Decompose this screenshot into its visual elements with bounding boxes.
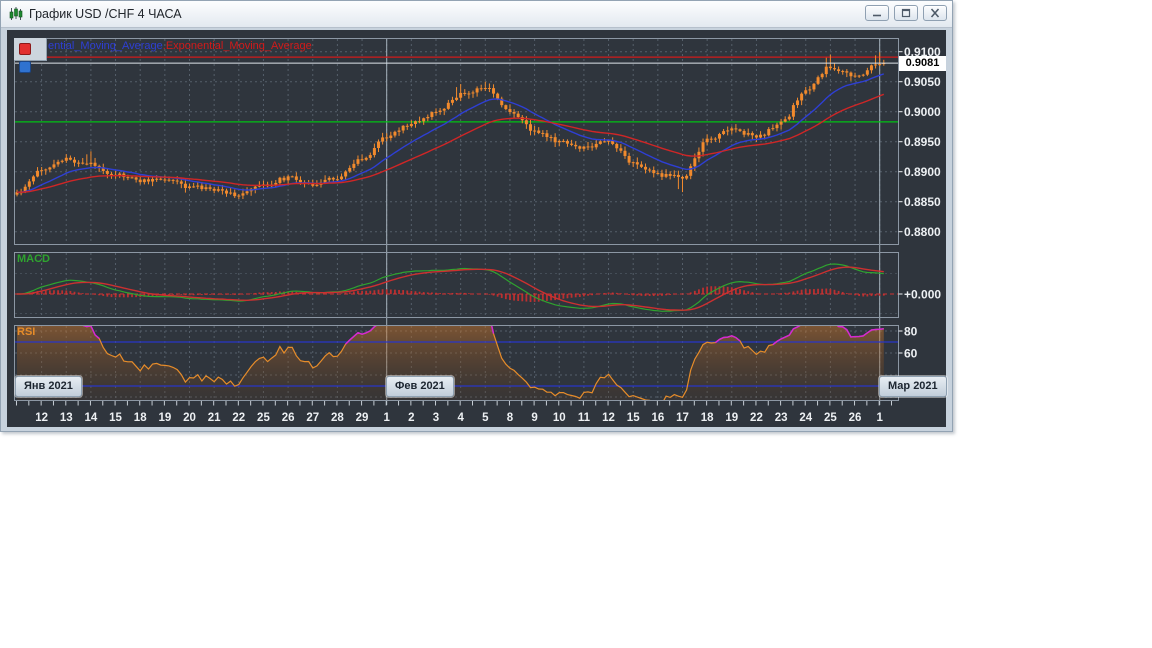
chart-client-area[interactable] [7,30,946,427]
indicator-buttons-panel [14,38,47,73]
indicator-button-red[interactable] [19,43,31,55]
window-title: График USD /CHF 4 ЧАСА [29,7,182,21]
month-label-jan: Янв 2021 [15,376,82,397]
close-icon [930,8,940,18]
minimize-button[interactable] [865,5,889,21]
minimize-icon [873,14,881,17]
current-price-tag: 0.9081 [899,56,946,71]
macd-label: MACD [17,253,50,265]
window-controls [865,5,947,21]
rsi-label: RSI [17,326,36,338]
desktop-background: График USD /CHF 4 ЧАСА 0.9100 0.9050 0.9… [0,0,1152,648]
legend-ema-red: Exponential_Moving_Average [165,40,312,52]
chart-window-icon [8,6,24,22]
month-label-mar: Мар 2021 [879,376,947,397]
maximize-button[interactable] [894,5,918,21]
maximize-icon [901,8,911,18]
close-button[interactable] [923,5,947,21]
window-titlebar[interactable]: График USD /CHF 4 ЧАСА [1,1,952,28]
indicator-button-blue[interactable] [19,61,31,73]
chart-window: График USD /CHF 4 ЧАСА 0.9100 0.9050 0.9… [0,0,953,432]
month-label-feb: Фев 2021 [386,376,454,397]
legend-ema-blue: ential_Moving_Average [48,40,163,52]
chart-legend: ential_Moving_Average.Exponential_Moving… [48,40,312,52]
